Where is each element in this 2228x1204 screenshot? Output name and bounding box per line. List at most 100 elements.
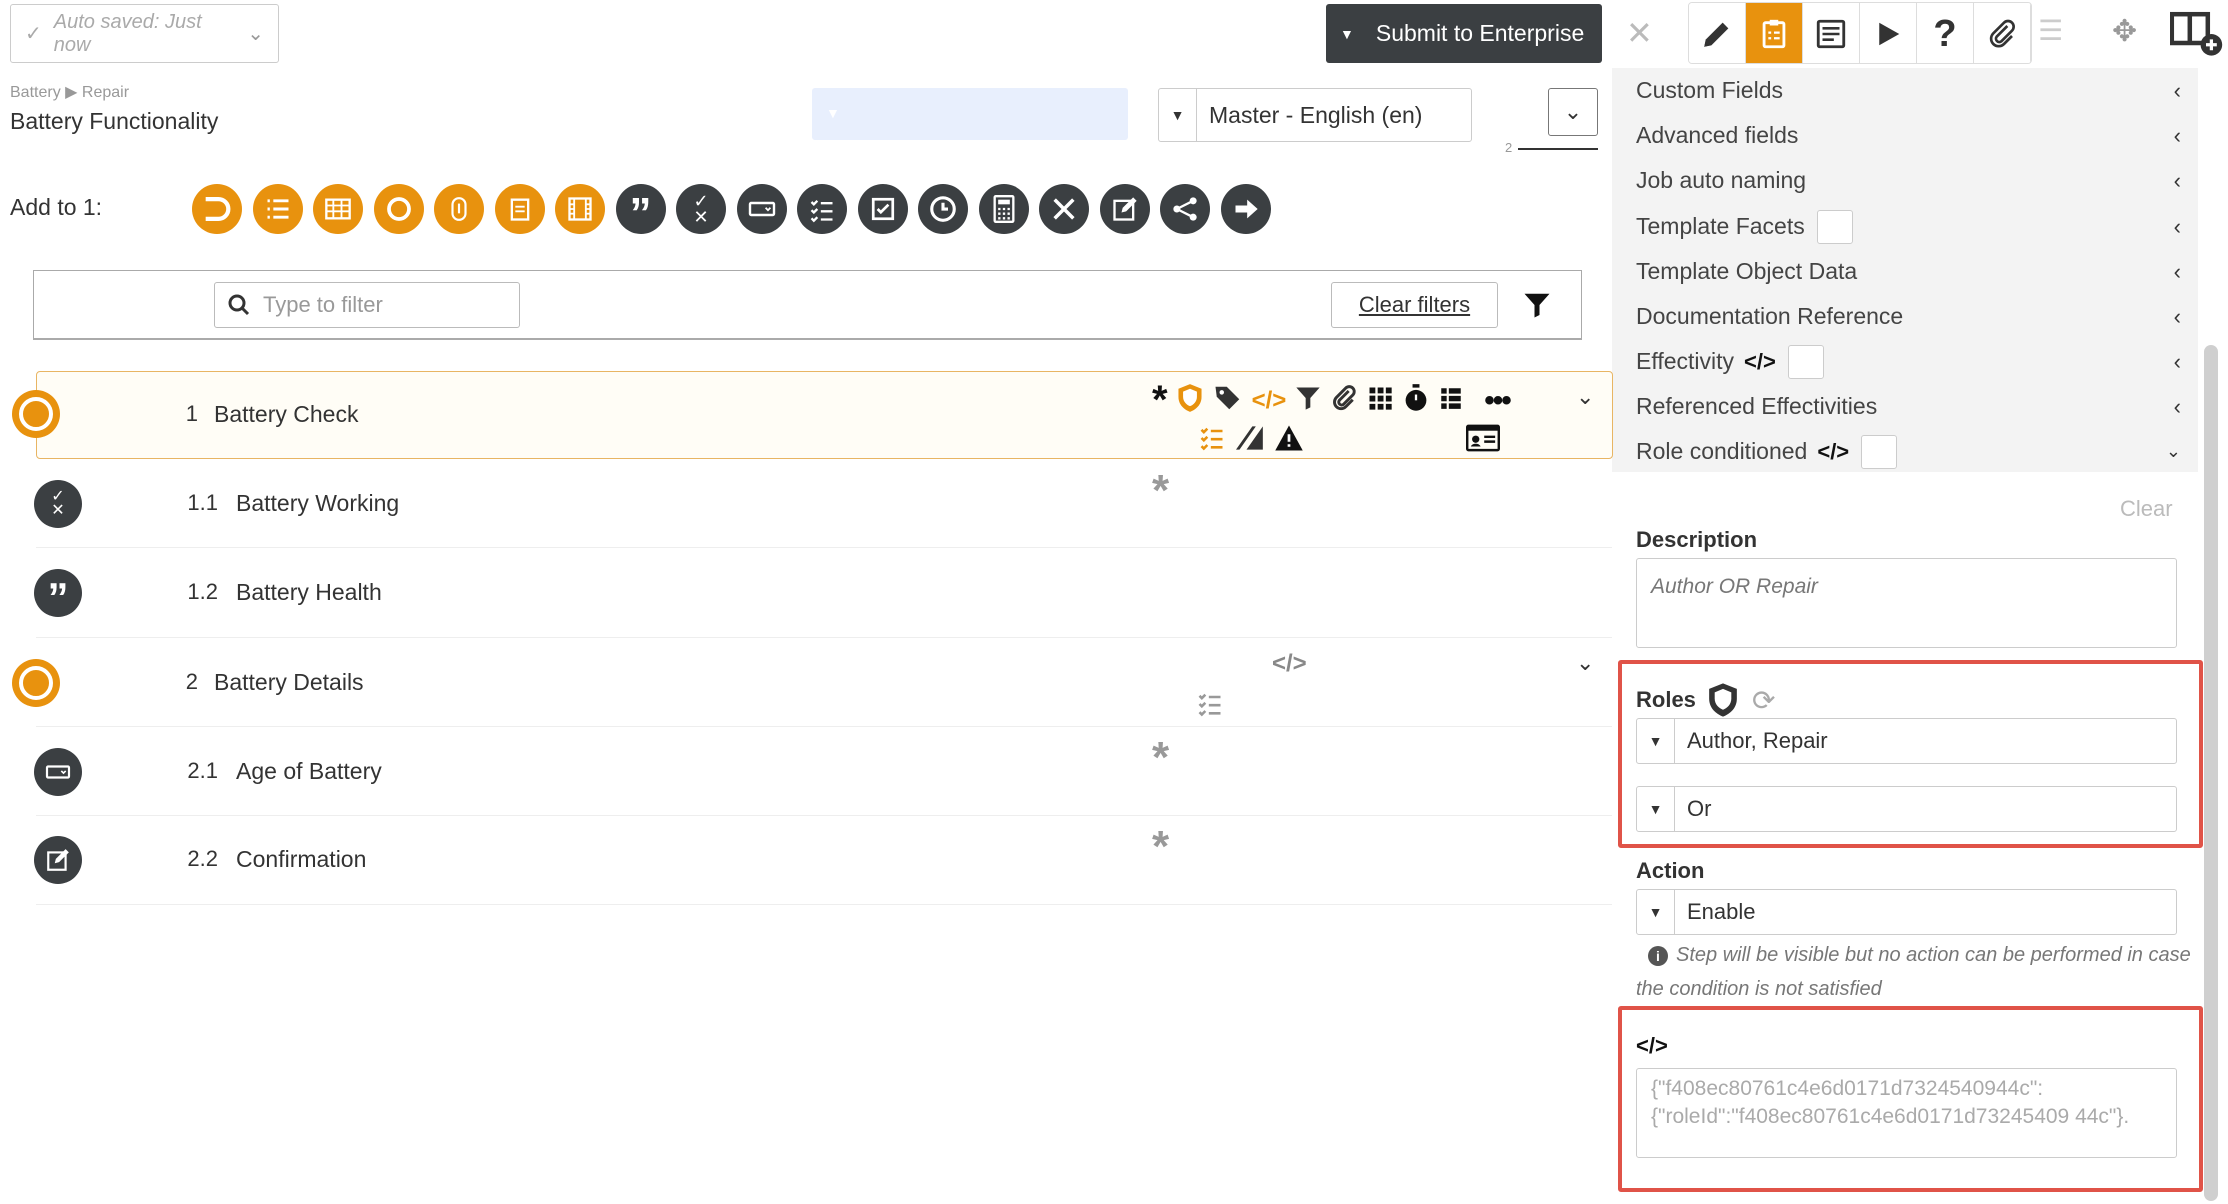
operator-select[interactable]: ▼ Or <box>1636 786 2177 832</box>
chevron-down-icon[interactable]: ⌄ <box>1576 650 1594 676</box>
accordion-template-facets[interactable]: Template Facets ‹ <box>1636 204 2181 249</box>
paperclip-icon[interactable] <box>1974 3 2031 63</box>
calculator-icon[interactable] <box>978 184 1029 234</box>
step-number: 2.1 <box>187 758 218 783</box>
input-field-icon[interactable] <box>736 184 787 234</box>
code-icon[interactable]: </> <box>1252 387 1287 415</box>
accordion-label: Template Facets <box>1636 213 1805 239</box>
caret-down-icon: ▼ <box>1340 25 1354 42</box>
checkbox-step-icon[interactable] <box>857 184 908 234</box>
chevron-left-icon: ‹ <box>2173 303 2181 329</box>
step-title: Battery Details <box>214 669 364 695</box>
submit-button[interactable]: ▼ Submit to Enterprise <box>1326 4 1602 63</box>
pencil-icon[interactable] <box>1689 3 1746 63</box>
more-icon[interactable]: ••• <box>1484 384 1511 418</box>
filter-icon[interactable] <box>1522 290 1552 325</box>
code-icon[interactable]: </> <box>1272 650 1307 678</box>
help-icon[interactable]: ? <box>1917 3 1974 63</box>
table-list-icon[interactable] <box>1438 384 1464 417</box>
clear-link[interactable]: Clear <box>2120 496 2173 522</box>
edit-box-icon <box>34 836 82 884</box>
tools-icon[interactable] <box>1039 184 1089 234</box>
move-icon[interactable]: ✥ <box>2112 14 2137 49</box>
arrow-right-icon[interactable] <box>1220 184 1271 234</box>
expand-button[interactable]: ⌄ <box>1548 88 1598 136</box>
accordion-template-object-data[interactable]: Template Object Data ‹ <box>1636 249 2181 294</box>
accordion-role-conditioned[interactable]: Role conditioned </> ⌄ <box>1636 429 2181 474</box>
add-panel-icon[interactable] <box>2169 10 2224 63</box>
asterisk-icon[interactable]: * <box>1152 733 1169 783</box>
play-icon[interactable] <box>1860 3 1917 63</box>
blank-select[interactable]: ▼ <box>812 88 1128 140</box>
quote-icon[interactable]: ” <box>615 184 666 236</box>
warning-icon[interactable] <box>1274 424 1304 457</box>
asterisk-icon[interactable]: * <box>1152 822 1169 872</box>
section-icon[interactable] <box>192 184 242 234</box>
paperclip-icon[interactable] <box>1330 384 1358 417</box>
code-textarea[interactable]: {"f408ec80761c4e6d0171d7324540944c": {"r… <box>1636 1068 2177 1158</box>
action-select[interactable]: ▼ Enable <box>1636 889 2177 935</box>
chevron-left-icon: ‹ <box>2173 77 2181 103</box>
checklist-icon[interactable] <box>1196 690 1224 723</box>
step-icon[interactable] <box>373 184 424 234</box>
input-field-icon <box>34 748 82 796</box>
close-icon[interactable]: ✕ <box>1626 14 1653 52</box>
breadcrumb-separator-icon: ▶ <box>65 84 82 101</box>
breadcrumb-child[interactable]: Repair <box>82 84 129 101</box>
checklist-step-icon[interactable] <box>797 184 847 234</box>
share-icon[interactable] <box>1160 184 1210 234</box>
language-select[interactable]: ▼ Master - English (en) <box>1158 88 1472 142</box>
slope-icon[interactable] <box>1234 424 1266 457</box>
accordion-job-auto-naming[interactable]: Job auto naming ‹ <box>1636 158 2181 203</box>
autosave-text: Auto saved: Just now <box>53 10 202 56</box>
film-step-icon[interactable] <box>555 184 605 234</box>
step-title: Battery Check <box>214 401 359 427</box>
list-step-icon[interactable] <box>252 184 303 234</box>
description-textarea[interactable]: Author OR Repair <box>1636 558 2177 648</box>
edit-box-icon[interactable] <box>1099 184 1150 234</box>
step-number: 1.2 <box>187 579 218 604</box>
breadcrumb-parent[interactable]: Battery <box>10 84 61 101</box>
accordion-referenced-effectivities[interactable]: Referenced Effectivities ‹ <box>1636 384 2181 429</box>
checklist-icon[interactable] <box>1803 3 1860 63</box>
stopwatch-icon[interactable] <box>1402 383 1430 418</box>
accordion-documentation-reference[interactable]: Documentation Reference ‹ <box>1636 294 2181 339</box>
role-conditioned-checkbox[interactable] <box>1861 434 1898 469</box>
chevron-down-icon: ⌄ <box>2165 441 2181 461</box>
clock-icon[interactable] <box>918 184 968 234</box>
accordion-effectivity[interactable]: Effectivity </> ‹ <box>1636 339 2181 384</box>
effectivity-checkbox[interactable] <box>1787 344 1824 379</box>
step-number: 1.1 <box>187 490 218 515</box>
chevron-down-icon[interactable]: ⌄ <box>1576 384 1594 410</box>
attachment-step-icon[interactable] <box>434 184 484 234</box>
refresh-icon[interactable]: ⟳ <box>1752 684 1775 717</box>
grid-icon[interactable] <box>1366 384 1394 417</box>
description-label: Description <box>1636 527 1758 552</box>
clipboard-step-icon[interactable] <box>494 184 545 234</box>
filter-placeholder: Type to filter <box>263 292 383 317</box>
check-cross-icon[interactable]: ✓ ✕ <box>676 184 726 234</box>
table-step-icon[interactable] <box>313 184 363 234</box>
clear-filters-button[interactable]: Clear filters <box>1331 282 1498 328</box>
chevron-left-icon: ‹ <box>2173 348 2181 374</box>
id-card-icon[interactable] <box>1466 424 1500 457</box>
clipboard-icon[interactable] <box>1746 3 1803 63</box>
asterisk-icon[interactable]: * <box>1152 466 1169 516</box>
accordion-advanced-fields[interactable]: Advanced fields ‹ <box>1636 113 2181 158</box>
checklist-icon[interactable] <box>1198 424 1226 457</box>
roles-select[interactable]: ▼ Author, Repair <box>1636 718 2177 764</box>
operator-value: Or <box>1687 796 1712 821</box>
filter-icon[interactable] <box>1294 384 1322 417</box>
accordion-label: Advanced fields <box>1636 122 1799 148</box>
filter-input[interactable]: Type to filter <box>214 282 520 328</box>
scrollbar[interactable] <box>2204 345 2218 1201</box>
tag-icon[interactable] <box>1212 383 1244 418</box>
asterisk-icon[interactable]: * <box>1152 378 1168 423</box>
shield-icon[interactable] <box>1176 383 1204 418</box>
action-label: Action <box>1636 858 1705 883</box>
autosave-dropdown[interactable]: ✓ Auto saved: Just now ⌄ <box>10 4 279 63</box>
accordion-custom-fields[interactable]: Custom Fields ‹ <box>1636 68 2181 113</box>
caret-down-icon: ▼ <box>1159 89 1197 141</box>
template-facets-checkbox[interactable] <box>1816 209 1853 244</box>
step-number: 1 <box>185 401 198 426</box>
